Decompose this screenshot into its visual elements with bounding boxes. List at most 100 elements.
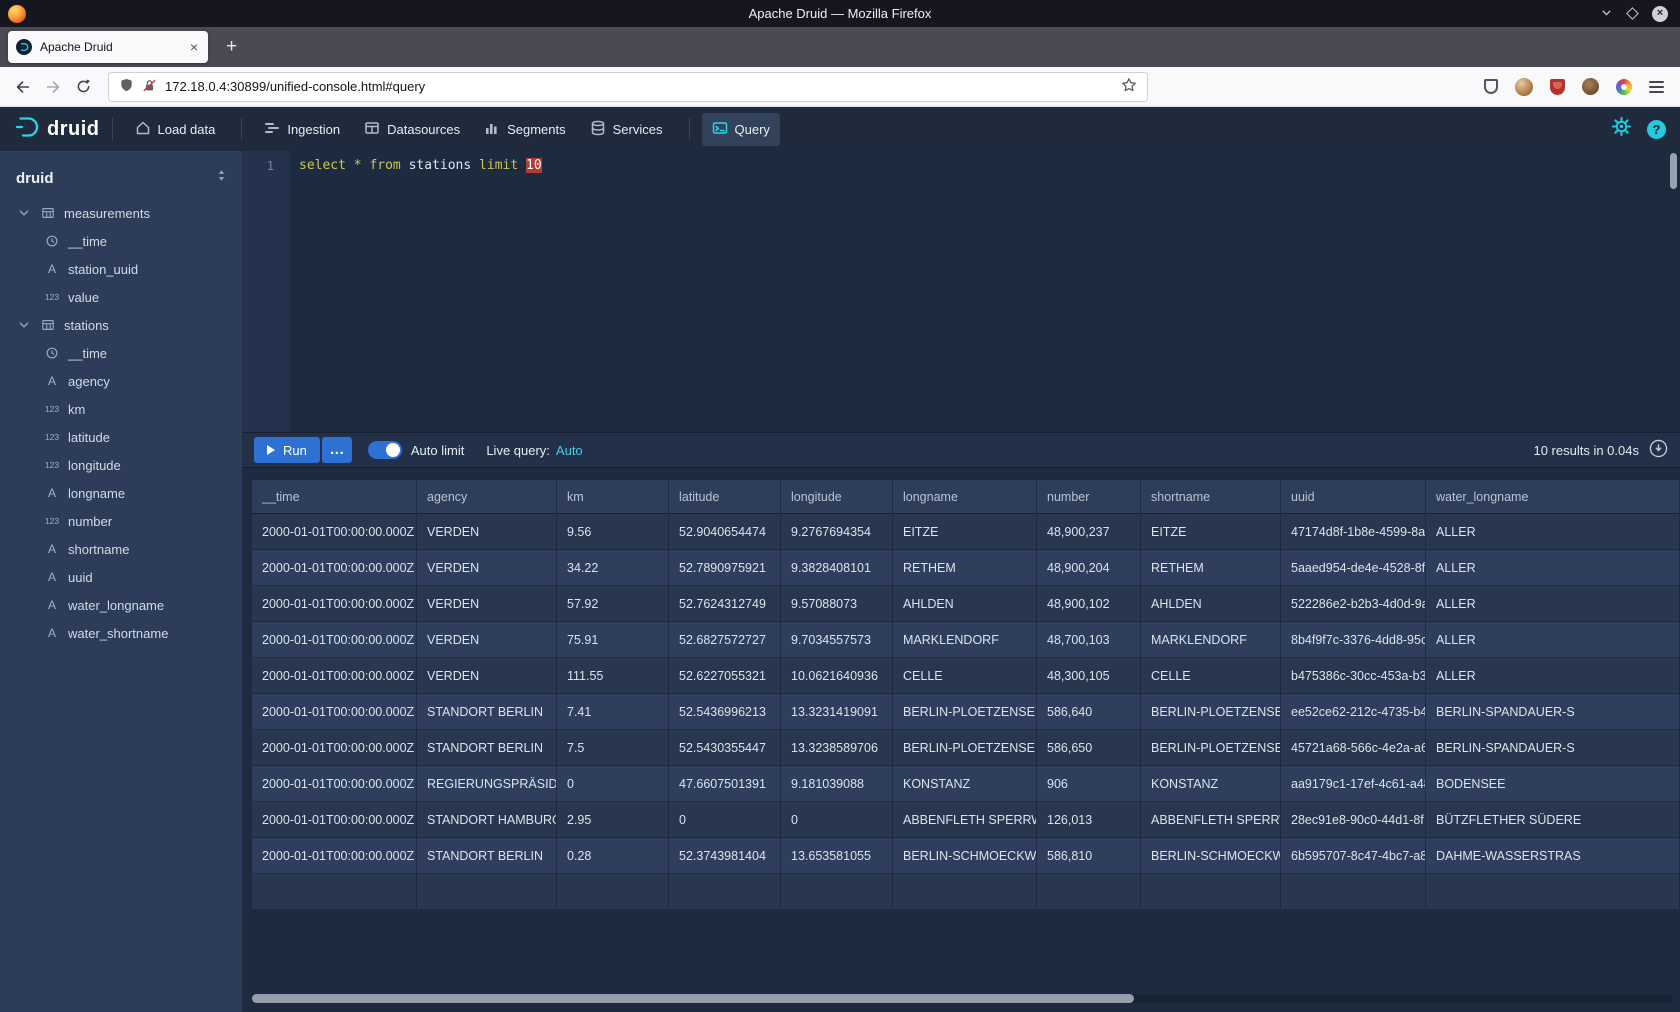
tree-item[interactable]: 123km [0, 395, 242, 423]
browser-tab[interactable]: Apache Druid × [8, 31, 208, 63]
nav-query[interactable]: Query [702, 113, 780, 146]
table-cell[interactable]: VERDEN [417, 514, 557, 550]
auto-limit-toggle[interactable] [368, 441, 402, 459]
table-cell[interactable]: ALLER [1426, 586, 1680, 622]
nav-services[interactable]: Services [580, 113, 673, 146]
nav-datasources[interactable]: Datasources [354, 113, 470, 146]
table-cell[interactable]: 522286e2-b2b3-4d0d-9a [1281, 586, 1426, 622]
pocket-icon[interactable] [1484, 79, 1498, 94]
table-cell[interactable]: 52.3743981404 [669, 838, 781, 874]
tree-item[interactable]: 123value [0, 283, 242, 311]
table-cell[interactable]: REGIERUNGSPRÄSIDIUM [417, 766, 557, 802]
tree-item[interactable]: 123latitude [0, 423, 242, 451]
help-icon[interactable]: ? [1647, 120, 1666, 139]
table-cell[interactable]: BERLIN-SPANDAUER-S [1426, 694, 1680, 730]
tree-item[interactable]: 123number [0, 507, 242, 535]
table-cell[interactable]: 2000-01-01T00:00:00.000Z [252, 550, 417, 586]
tree-item[interactable]: Awater_shortname [0, 619, 242, 647]
bookmark-star-icon[interactable] [1121, 77, 1137, 96]
tree-item[interactable]: Aagency [0, 367, 242, 395]
tab-close-icon[interactable]: × [188, 39, 200, 55]
tracking-protection-shield-icon[interactable] [119, 78, 134, 96]
table-cell[interactable]: 2000-01-01T00:00:00.000Z [252, 514, 417, 550]
table-cell[interactable]: 48,900,204 [1037, 550, 1141, 586]
table-cell[interactable]: 2000-01-01T00:00:00.000Z [252, 802, 417, 838]
extension-avatar-icon[interactable] [1582, 78, 1599, 95]
reload-button[interactable] [68, 72, 98, 102]
table-cell[interactable]: 906 [1037, 766, 1141, 802]
tree-item[interactable]: Auuid [0, 563, 242, 591]
table-cell[interactable]: 2000-01-01T00:00:00.000Z [252, 838, 417, 874]
table-cell[interactable]: 0.28 [557, 838, 669, 874]
table-cell[interactable]: VERDEN [417, 622, 557, 658]
horizontal-scrollbar-thumb[interactable] [252, 994, 1134, 1003]
url-text[interactable]: 172.18.0.4:30899/unified-console.html#qu… [165, 79, 1113, 94]
table-cell[interactable]: 2000-01-01T00:00:00.000Z [252, 622, 417, 658]
run-button[interactable]: Run [254, 437, 320, 463]
tree-item[interactable]: measurements [0, 199, 242, 227]
table-cell[interactable]: ABBENFLETH SPERRWEI [1141, 802, 1281, 838]
table-cell[interactable]: ALLER [1426, 622, 1680, 658]
new-tab-button[interactable]: + [220, 36, 243, 58]
table-cell[interactable]: 9.2767694354 [781, 514, 893, 550]
table-cell[interactable]: 2000-01-01T00:00:00.000Z [252, 694, 417, 730]
table-cell[interactable]: 10.0621640936 [781, 658, 893, 694]
table-cell[interactable]: BERLIN-SCHMOECKWITZ [893, 838, 1037, 874]
download-results-icon[interactable] [1649, 439, 1668, 461]
table-cell[interactable]: 5aaed954-de4e-4528-8f [1281, 550, 1426, 586]
table-cell[interactable]: STANDORT BERLIN [417, 838, 557, 874]
profile-avatar-icon[interactable] [1515, 78, 1533, 96]
table-cell[interactable]: 126,013 [1037, 802, 1141, 838]
table-cell[interactable]: 586,640 [1037, 694, 1141, 730]
table-cell[interactable]: BERLIN-PLOETZENSEE U [893, 730, 1037, 766]
tree-item[interactable]: stations [0, 311, 242, 339]
connection-not-secure-lock-icon[interactable] [142, 78, 157, 96]
column-header[interactable]: longname [893, 480, 1037, 514]
table-cell[interactable]: b475386c-30cc-453a-b3 [1281, 658, 1426, 694]
table-cell[interactable]: 48,900,237 [1037, 514, 1141, 550]
table-cell[interactable]: 48,900,102 [1037, 586, 1141, 622]
table-cell[interactable]: 0 [557, 766, 669, 802]
table-cell[interactable]: 52.9040654474 [669, 514, 781, 550]
table-cell[interactable]: 13.3238589706 [781, 730, 893, 766]
query-editor[interactable]: 1 select * from stations limit 10 [242, 151, 1680, 432]
tree-item[interactable]: Alongname [0, 479, 242, 507]
table-cell[interactable]: BERLIN-SCHMOECKWITZ [1141, 838, 1281, 874]
table-cell[interactable]: ABBENFLETH SPERRWEI [893, 802, 1037, 838]
column-header[interactable]: longitude [781, 480, 893, 514]
schema-title[interactable]: druid [16, 170, 215, 187]
table-cell[interactable]: ALLER [1426, 550, 1680, 586]
table-cell[interactable]: 45721a68-566c-4e2a-a6 [1281, 730, 1426, 766]
menu-icon[interactable] [1649, 81, 1664, 93]
table-cell[interactable]: 9.7034557573 [781, 622, 893, 658]
column-header[interactable]: km [557, 480, 669, 514]
table-cell[interactable]: 111.55 [557, 658, 669, 694]
table-cell[interactable]: 52.6827572727 [669, 622, 781, 658]
tree-item[interactable]: __time [0, 227, 242, 255]
table-cell[interactable]: VERDEN [417, 550, 557, 586]
table-cell[interactable]: AHLDEN [1141, 586, 1281, 622]
table-cell[interactable]: BÜTZFLETHER SÜDERE [1426, 802, 1680, 838]
table-cell[interactable]: AHLDEN [893, 586, 1037, 622]
ublock-origin-icon[interactable] [1550, 79, 1565, 95]
table-cell[interactable]: VERDEN [417, 586, 557, 622]
back-button[interactable] [8, 72, 38, 102]
live-query-value[interactable]: Auto [556, 443, 583, 458]
table-cell[interactable]: 28ec91e8-90c0-44d1-8f [1281, 802, 1426, 838]
url-bar[interactable]: 172.18.0.4:30899/unified-console.html#qu… [108, 72, 1148, 102]
table-cell[interactable]: 7.5 [557, 730, 669, 766]
table-cell[interactable]: BERLIN-SPANDAUER-S [1426, 730, 1680, 766]
window-maximize-button[interactable] [1626, 7, 1639, 20]
container-pinwheel-icon[interactable] [1616, 79, 1632, 95]
table-cell[interactable]: 2000-01-01T00:00:00.000Z [252, 766, 417, 802]
table-cell[interactable]: 0 [669, 802, 781, 838]
table-cell[interactable]: 75.91 [557, 622, 669, 658]
table-cell[interactable]: 586,650 [1037, 730, 1141, 766]
table-cell[interactable]: 9.57088073 [781, 586, 893, 622]
table-cell[interactable]: 8b4f9f7c-3376-4dd8-95c [1281, 622, 1426, 658]
table-cell[interactable]: DAHME-WASSERSTRAS [1426, 838, 1680, 874]
table-cell[interactable]: 13.653581055 [781, 838, 893, 874]
table-cell[interactable]: 6b595707-8c47-4bc7-a8 [1281, 838, 1426, 874]
table-cell[interactable]: BERLIN-PLOETZENSEE U [1141, 730, 1281, 766]
table-cell[interactable]: BERLIN-PLOETZENSEE C [1141, 694, 1281, 730]
